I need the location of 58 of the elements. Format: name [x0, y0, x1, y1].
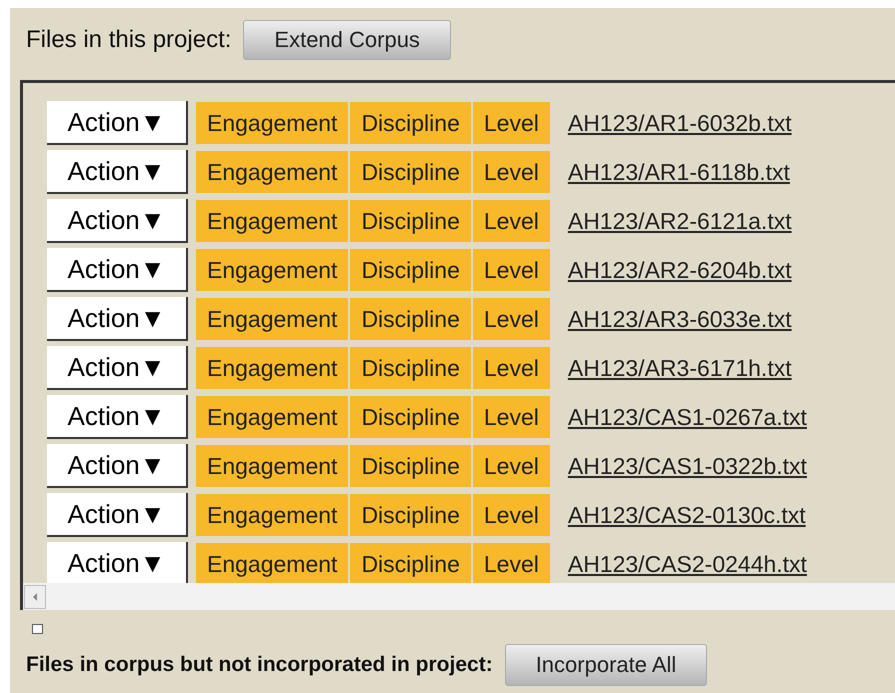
file-link[interactable]: AH123/CAS2-0244h.txt — [568, 550, 807, 578]
action-dropdown[interactable]: Action▼ — [47, 199, 188, 243]
left-arrow-icon — [31, 592, 39, 602]
extend-corpus-button[interactable]: Extend Corpus — [243, 20, 451, 60]
tag-label[interactable]: Level — [472, 396, 550, 438]
tag-label[interactable]: Engagement — [196, 494, 348, 536]
tag-label[interactable]: Engagement — [196, 543, 348, 583]
action-dropdown[interactable]: Action▼ — [47, 101, 188, 145]
tag-label[interactable]: Level — [472, 445, 550, 487]
incorporate-all-button[interactable]: Incorporate All — [504, 644, 708, 686]
tag-label[interactable]: Discipline — [350, 543, 471, 583]
action-dropdown[interactable]: Action▼ — [47, 297, 188, 341]
tag-label[interactable]: Level — [472, 200, 550, 242]
horizontal-scrollbar[interactable] — [23, 583, 895, 610]
tag-label[interactable]: Discipline — [350, 151, 471, 193]
tag-label[interactable]: Discipline — [350, 102, 471, 144]
tag-label[interactable]: Level — [472, 249, 550, 291]
tag-label[interactable]: Discipline — [350, 298, 471, 340]
checkbox[interactable] — [32, 624, 43, 634]
tag-label[interactable]: Discipline — [350, 200, 471, 242]
tag-label[interactable]: Engagement — [196, 396, 348, 438]
file-link[interactable]: AH123/CAS2-0130c.txt — [568, 502, 806, 528]
file-link[interactable]: AH123/AR3-6171h.txt — [568, 354, 792, 382]
tag-label[interactable]: Level — [472, 151, 550, 193]
tag-label[interactable]: Engagement — [196, 445, 348, 487]
tag-label[interactable]: Engagement — [196, 347, 348, 389]
file-link[interactable]: AH123/AR1-6032b.txt — [568, 110, 792, 136]
tag-label[interactable]: Engagement — [196, 102, 348, 144]
tag-label[interactable]: Engagement — [196, 298, 348, 340]
tag-label[interactable]: Discipline — [350, 445, 471, 487]
tag-label[interactable]: Level — [472, 494, 550, 536]
tag-label[interactable]: Discipline — [350, 249, 471, 291]
file-link[interactable]: AH123/AR1-6118b.txt — [568, 158, 790, 186]
file-link[interactable]: AH123/CAS1-0322b.txt — [568, 452, 807, 480]
scroll-left-button[interactable] — [24, 584, 46, 608]
action-dropdown[interactable]: Action▼ — [47, 248, 188, 292]
action-dropdown[interactable]: Action▼ — [47, 150, 188, 194]
tag-label[interactable]: Level — [472, 543, 550, 583]
tag-label[interactable]: Discipline — [350, 396, 471, 438]
action-dropdown[interactable]: Action▼ — [47, 542, 188, 583]
action-dropdown[interactable]: Action▼ — [47, 346, 188, 390]
tag-label[interactable]: Engagement — [196, 200, 348, 242]
tag-label[interactable]: Engagement — [196, 151, 348, 193]
section-label: Files in corpus but not incorporated in project: — [26, 653, 493, 677]
action-dropdown[interactable]: Action▼ — [47, 444, 188, 488]
tag-label[interactable]: Level — [472, 102, 550, 144]
file-link[interactable]: AH123/AR3-6033e.txt — [568, 306, 792, 332]
file-link[interactable]: AH123/CAS1-0267a.txt — [568, 404, 807, 430]
tag-label[interactable]: Discipline — [350, 347, 471, 389]
tag-label[interactable]: Engagement — [196, 249, 348, 291]
section-label: Files in this project: — [26, 26, 232, 54]
tag-label[interactable]: Level — [472, 298, 550, 340]
action-dropdown[interactable]: Action▼ — [47, 395, 188, 439]
tag-label[interactable]: Level — [472, 347, 550, 389]
tag-label[interactable]: Discipline — [350, 494, 471, 536]
file-link[interactable]: AH123/AR2-6121a.txt — [568, 208, 792, 234]
action-dropdown[interactable]: Action▼ — [47, 493, 188, 537]
file-link[interactable]: AH123/AR2-6204b.txt — [568, 256, 792, 284]
